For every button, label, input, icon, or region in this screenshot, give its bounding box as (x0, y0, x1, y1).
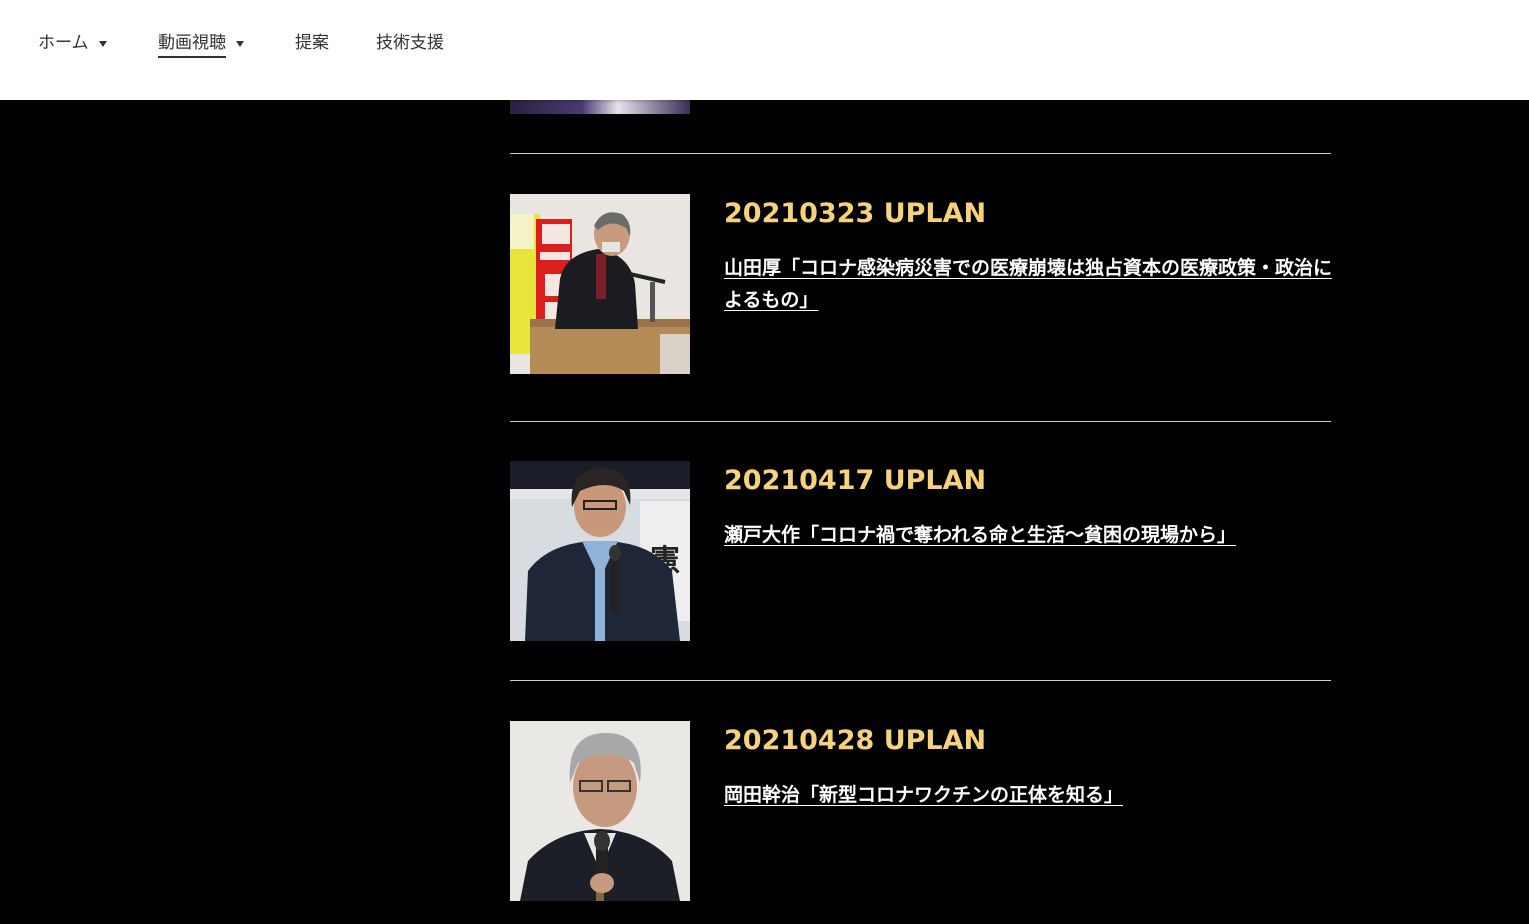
nav-item-proposal[interactable]: 提案 (295, 30, 329, 60)
nav-item-label: 動画視聴 (158, 30, 226, 58)
divider (510, 680, 1331, 681)
divider (510, 153, 1331, 154)
video-thumbnail[interactable] (510, 721, 690, 901)
video-thumbnail[interactable]: 憲 (510, 461, 690, 641)
video-entry: 憲 20210417 UPLAN 瀬戸大作「コロナ禍で奪われる命と生活～貧困の現… (510, 461, 1331, 641)
nav-item-label: 技術支援 (376, 33, 444, 53)
nav-item-tech-support[interactable]: 技術支援 (376, 30, 444, 60)
divider (510, 421, 1331, 422)
nav-item-label: ホーム (38, 33, 89, 53)
entry-date: 20210323 UPLAN (724, 198, 987, 229)
entry-date: 20210428 UPLAN (724, 725, 987, 756)
caret-down-icon (236, 41, 244, 47)
previous-entry-thumbnail[interactable] (510, 100, 690, 114)
video-entry: 20210428 UPLAN 岡田幹治「新型コロナワクチンの正体を知る」 (510, 721, 1331, 901)
video-list-content: 20210323 UPLAN 山田厚「コロナ感染病災害での医療崩壊は独占資本の医… (0, 0, 1529, 924)
entry-title-link[interactable]: 山田厚「コロナ感染病災害での医療崩壊は独占資本の医療政策・政治によるもの」 (724, 252, 1332, 316)
top-navigation-bar: ホーム 動画視聴 提案 技術支援 (0, 0, 1529, 100)
nav-item-home[interactable]: ホーム (38, 30, 107, 60)
video-entry: 20210323 UPLAN 山田厚「コロナ感染病災害での医療崩壊は独占資本の医… (510, 194, 1332, 374)
entry-title-link[interactable]: 瀬戸大作「コロナ禍で奪われる命と生活～貧困の現場から」 (724, 519, 1332, 551)
nav-item-video[interactable]: 動画視聴 (158, 30, 244, 60)
video-thumbnail[interactable] (510, 194, 690, 374)
entry-date: 20210417 UPLAN (724, 465, 987, 496)
nav-item-label: 提案 (295, 33, 329, 53)
entry-title-link[interactable]: 岡田幹治「新型コロナワクチンの正体を知る」 (724, 779, 1332, 811)
caret-down-icon (98, 41, 107, 47)
